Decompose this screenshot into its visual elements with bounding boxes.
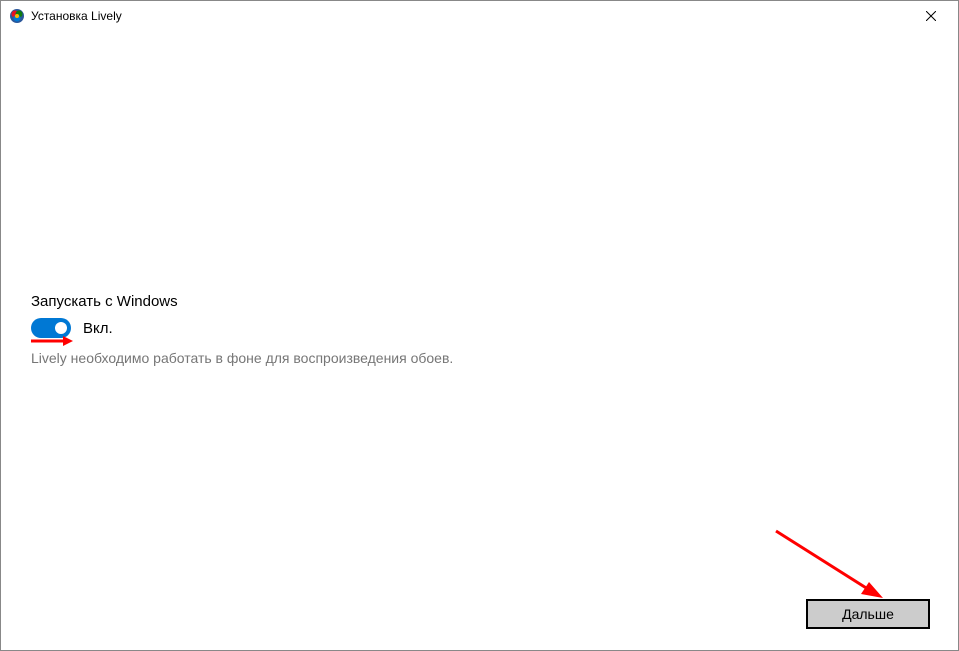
toggle-thumb (55, 322, 67, 334)
toggle-state-label: Вкл. (83, 320, 113, 337)
close-icon (926, 11, 936, 21)
toggle-row: Вкл. (31, 318, 453, 338)
window-title: Установка Lively (31, 9, 908, 23)
setting-description: Lively необходимо работать в фоне для во… (31, 350, 453, 366)
annotation-arrow-large (771, 526, 891, 606)
setting-label: Запускать с Windows (31, 293, 453, 310)
next-button-label: Дальше (842, 606, 894, 622)
close-button[interactable] (908, 1, 954, 31)
content-area: Запускать с Windows Вкл. Lively необходи… (31, 293, 453, 366)
startup-toggle[interactable] (31, 318, 71, 338)
app-icon (9, 8, 25, 24)
next-button[interactable]: Дальше (806, 599, 930, 629)
titlebar: Установка Lively (1, 1, 958, 31)
